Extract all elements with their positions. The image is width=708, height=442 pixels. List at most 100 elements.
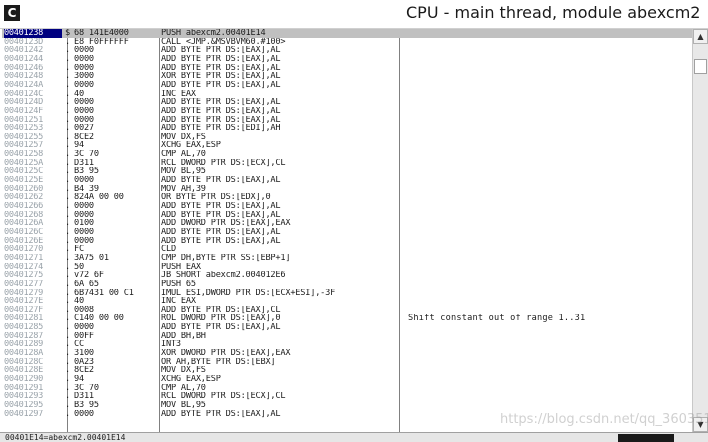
disasm-row[interactable]: 00401244. 0000 ADD BYTE PTR DS:[EAX],AL [2, 55, 692, 64]
disasm-row[interactable]: 0040124F. 0000 ADD BYTE PTR DS:[EAX],AL [2, 107, 692, 116]
disasm-row[interactable]: 0040124D. 0000 ADD BYTE PTR DS:[EAX],AL [2, 98, 692, 107]
disasm-row[interactable]: 00401293. D311 RCL DWORD PTR DS:[ECX],CL [2, 392, 692, 401]
instruction-cell: CLD [161, 245, 176, 254]
instruction-cell: INC EAX [161, 89, 196, 99]
disasm-row[interactable]: 00401281. C140 00 00 ROL DWORD PTR DS:[EAX… [2, 314, 692, 323]
address-cell: 00401255 [4, 132, 43, 142]
instruction-cell: OR AH,BYTE PTR DS:[EBX] [161, 357, 276, 367]
disasm-row[interactable]: 00401266. 0000 ADD BYTE PTR DS:[EAX],AL [2, 202, 692, 211]
disasm-row[interactable]: 00401242. 0000 ADD BYTE PTR DS:[EAX],AL [2, 46, 692, 55]
scroll-up-arrow-icon[interactable]: ▲ [693, 29, 708, 44]
instruction-cell: MOV BL,95 [161, 400, 206, 410]
address-cell: 0040126A [4, 219, 43, 228]
address-cell: 00401295 [4, 400, 43, 410]
disasm-row[interactable]: 00401246. 0000 ADD BYTE PTR DS:[EAX],AL [2, 64, 692, 73]
address-cell: 00401290 [4, 375, 43, 384]
disasm-row[interactable]: 00401258. 3C 70 CMP AL,70 [2, 150, 692, 159]
address-cell: 0040127F [4, 305, 43, 315]
disasm-row[interactable]: 0040124C. 40 INC EAX [2, 90, 692, 99]
marker-cell: . [65, 115, 71, 125]
hex-bytes-cell: 0027 [74, 124, 94, 133]
instruction-cell: ADD BYTE PTR DS:[EAX],AL [161, 202, 281, 211]
disasm-row[interactable]: 00401277. 6A 65 PUSH 65 [2, 280, 692, 289]
marker-cell: . [65, 54, 71, 64]
disasm-row[interactable]: 00401279. 6B7431 00 C1 IMUL ESI,DWORD PTR … [2, 289, 692, 298]
hex-bytes-cell: FC [74, 245, 84, 254]
address-cell: 0040126E [4, 236, 43, 246]
disassembly-pane[interactable]: 00401238 $68 141E4000 PUSH abexcm2.00401E1… [2, 29, 692, 432]
disasm-row[interactable]: 00401274. 50 PUSH EAX [2, 263, 692, 272]
marker-cell: . [65, 72, 71, 81]
address-cell: 00401268 [4, 210, 43, 220]
marker-cell: . [65, 219, 71, 228]
instruction-cell: ADD BYTE PTR DS:[EDI],AH [161, 124, 281, 133]
disasm-row[interactable]: 00401268. 0000 ADD BYTE PTR DS:[EAX],AL [2, 211, 692, 220]
hex-bytes-cell: 3C 70 [74, 383, 99, 393]
marker-cell: . [65, 150, 71, 159]
address-cell: 00401244 [4, 54, 43, 64]
hex-bytes-cell: 0000 [74, 323, 94, 332]
marker-cell: . [65, 349, 71, 358]
address-cell: 00401258 [4, 150, 43, 159]
disasm-row[interactable]: 00401285. 0000 ADD BYTE PTR DS:[EAX],AL [2, 323, 692, 332]
disasm-row[interactable]: 00401257. 94 XCHG EAX,ESP [2, 141, 692, 150]
marker-cell: . [65, 409, 71, 419]
disasm-row[interactable]: 00401238 $68 141E4000 PUSH abexcm2.00401E1… [2, 29, 692, 38]
marker-cell: . [65, 288, 71, 298]
instruction-cell: XOR BYTE PTR DS:[EAX],AL [161, 72, 281, 81]
hex-bytes-cell: 94 [74, 141, 84, 151]
address-cell: 00401277 [4, 279, 43, 289]
disasm-row[interactable]: 0040128A. 3100 XOR DWORD PTR DS:[EAX],EAX [2, 349, 692, 358]
disasm-row[interactable]: 0040126A. 0100 ADD DWORD PTR DS:[EAX],EAX [2, 219, 692, 228]
scroll-thumb[interactable] [694, 59, 707, 74]
watermark: https://blog.csdn.net/qq_3603511 [500, 412, 708, 427]
app-system-icon[interactable]: C [4, 5, 20, 21]
disasm-row[interactable]: 00401295. B3 95 MOV BL,95 [2, 401, 692, 410]
hex-bytes-cell: 6B7431 00 C1 [74, 288, 134, 298]
disasm-row[interactable]: 00401275. v72 6F JB SHORT abexcm2.004012E6 [2, 271, 692, 280]
disasm-row[interactable]: 00401291. 3C 70 CMP AL,70 [2, 384, 692, 393]
disasm-row[interactable]: 0040126C. 0000 ADD BYTE PTR DS:[EAX],AL [2, 228, 692, 237]
hex-bytes-cell: 3C 70 [74, 150, 99, 159]
address-cell: 0040125E [4, 176, 43, 185]
hex-bytes-cell: 0A23 [74, 357, 94, 367]
disasm-row[interactable]: 0040125C. B3 95 MOV BL,95 [2, 167, 692, 176]
disasm-row[interactable]: 00401290. 94 XCHG EAX,ESP [2, 375, 692, 384]
disasm-row[interactable]: 0040125E. 0000 ADD BYTE PTR DS:[EAX],AL [2, 176, 692, 185]
disasm-row[interactable]: 00401262. 824A 00 00 OR BYTE PTR DS:[EDX],… [2, 193, 692, 202]
disasm-row[interactable]: 00401289. CC INT3 [2, 340, 692, 349]
disasm-row[interactable]: 00401260. B4 39 MOV AH,39 [2, 185, 692, 194]
title-bar[interactable]: C CPU - main thread, module abexcm2 [0, 0, 708, 29]
address-cell: 0040123D [4, 37, 43, 47]
address-cell: 00401291 [4, 383, 43, 393]
marker-cell: . [65, 357, 71, 367]
disasm-row[interactable]: 0040128E. 8CE2 MOV DX,FS [2, 366, 692, 375]
disasm-row[interactable]: 00401251. 0000 ADD BYTE PTR DS:[EAX],AL [2, 116, 692, 125]
vertical-scrollbar[interactable]: ▲ ▼ [692, 29, 708, 432]
disasm-row[interactable]: 0040128C. 0A23 OR AH,BYTE PTR DS:[EBX] [2, 358, 692, 367]
disasm-row[interactable]: 0040123D. E8 F0FFFFFF CALL <JMP.&MSVBVM60.… [2, 38, 692, 47]
marker-cell: . [65, 279, 71, 289]
address-cell: 00401279 [4, 288, 43, 298]
marker-cell: . [65, 331, 71, 341]
disasm-row[interactable]: 00401255. 8CE2 MOV DX,FS [2, 133, 692, 142]
instruction-cell: MOV DX,FS [161, 132, 206, 142]
disasm-row[interactable]: 00401271. 3A75 01 CMP DH,BYTE PTR SS:[EBP+… [2, 254, 692, 263]
marker-cell: . [65, 245, 71, 254]
address-cell: 00401242 [4, 46, 43, 55]
disasm-row[interactable]: 0040127E. 40 INC EAX [2, 297, 692, 306]
marker-cell: . [65, 383, 71, 393]
instruction-cell: CMP AL,70 [161, 383, 206, 393]
marker-cell: . [65, 323, 71, 332]
disasm-row[interactable]: 00401287. 00FF ADD BH,BH [2, 332, 692, 341]
disasm-row[interactable]: 00401270. FC CLD [2, 245, 692, 254]
disasm-row[interactable]: 0040126E. 0000 ADD BYTE PTR DS:[EAX],AL [2, 237, 692, 246]
marker-cell: . [65, 271, 71, 280]
address-cell: 0040127E [4, 297, 43, 306]
disasm-row[interactable]: 00401253. 0027 ADD BYTE PTR DS:[EDI],AH [2, 124, 692, 133]
disasm-row[interactable]: 0040124A. 0000 ADD BYTE PTR DS:[EAX],AL [2, 81, 692, 90]
disasm-row[interactable]: 00401248. 3000 XOR BYTE PTR DS:[EAX],AL [2, 72, 692, 81]
disasm-row[interactable]: 0040125A. D311 RCL DWORD PTR DS:[ECX],CL [2, 159, 692, 168]
instruction-cell: ADD BYTE PTR DS:[EAX],AL [161, 98, 281, 107]
disasm-row[interactable]: 0040127F. 0008 ADD BYTE PTR DS:[EAX],CL [2, 306, 692, 315]
